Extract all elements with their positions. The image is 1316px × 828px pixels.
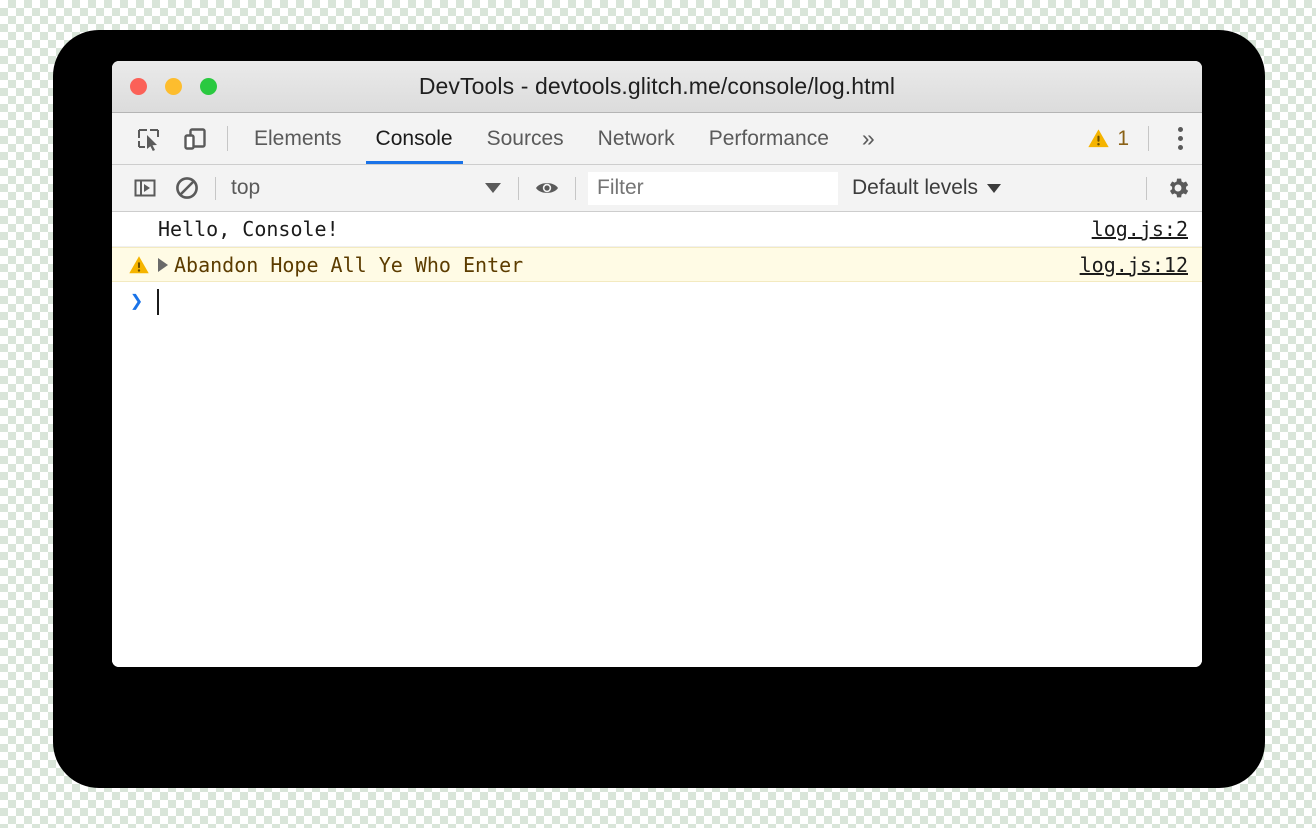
warning-triangle-icon-row — [129, 255, 149, 273]
console-toolbar: top Default levels — [112, 165, 1202, 212]
kebab-dot-1 — [1177, 127, 1183, 132]
tab-console[interactable]: Console — [359, 113, 470, 164]
javascript-context-selector[interactable]: top — [223, 173, 511, 203]
toolbar-divider-2 — [518, 176, 519, 200]
tab-performance[interactable]: Performance — [692, 113, 846, 164]
chevron-down-icon — [485, 183, 501, 193]
titlebar: DevTools - devtools.glitch.me/console/lo… — [112, 61, 1202, 113]
log-level-selected-value: Default levels — [852, 176, 979, 199]
device-toolbar-button[interactable] — [172, 113, 218, 164]
maximize-button[interactable] — [200, 78, 217, 95]
main-menu-button[interactable] — [1158, 113, 1202, 164]
clear-console-icon — [176, 177, 198, 199]
tabbar-spacer — [891, 113, 1084, 164]
context-selected-value: top — [231, 176, 261, 199]
live-expression-button[interactable] — [526, 165, 568, 212]
warning-count: 1 — [1117, 126, 1129, 150]
console-prompt[interactable]: ❯ — [112, 282, 1202, 322]
window-title: DevTools - devtools.glitch.me/console/lo… — [418, 73, 896, 99]
console-message-source-link-warning[interactable]: log.js:12 — [1080, 253, 1188, 277]
screenshot-canvas: DevTools - devtools.glitch.me/console/lo… — [0, 0, 1316, 828]
window-controls — [130, 78, 217, 95]
toolbar-divider-1 — [215, 176, 216, 200]
console-message-text-warning: Abandon Hope All Ye Who Enter — [174, 252, 524, 277]
prompt-text-caret — [157, 289, 160, 315]
prompt-chevron-icon: ❯ — [130, 289, 144, 314]
warning-count-badge[interactable]: 1 — [1083, 113, 1139, 164]
console-sidebar-button[interactable] — [124, 165, 166, 212]
kebab-dot-2 — [1177, 136, 1183, 141]
minimize-button[interactable] — [165, 78, 182, 95]
inspect-element-button[interactable] — [126, 113, 172, 164]
log-level-selector[interactable]: Default levels — [852, 176, 1002, 200]
more-tabs-button[interactable]: » — [846, 113, 891, 164]
tab-elements[interactable]: Elements — [237, 113, 359, 164]
console-message-text: Hello, Console! — [158, 217, 339, 241]
console-sidebar-icon — [134, 179, 156, 197]
console-message-warning[interactable]: Abandon Hope All Ye Who Enter log.js:12 — [112, 247, 1202, 282]
clear-console-button[interactable] — [166, 165, 208, 212]
tab-sources[interactable]: Sources — [470, 113, 581, 164]
devtools-window: DevTools - devtools.glitch.me/console/lo… — [112, 61, 1202, 667]
toolbar-divider-3 — [575, 176, 576, 200]
tabbar-divider — [227, 126, 228, 151]
console-message-log[interactable]: Hello, Console! log.js:2 — [112, 212, 1202, 247]
close-button[interactable] — [130, 78, 147, 95]
kebab-dot-3 — [1177, 145, 1183, 150]
expand-triangle-icon[interactable] — [158, 257, 168, 272]
tabbar-divider-right — [1148, 126, 1149, 151]
warning-icon — [128, 254, 150, 276]
filter-input[interactable] — [588, 171, 838, 205]
eye-icon — [536, 183, 558, 193]
inspect-element-icon — [138, 128, 159, 151]
device-toolbar-icon — [184, 127, 206, 150]
devtools-tabbar: Elements Console Sources Network Perform… — [112, 113, 1202, 165]
console-message-list[interactable]: Hello, Console! log.js:2 Abandon Hope Al… — [112, 212, 1202, 667]
gear-icon — [1169, 178, 1189, 198]
chevron-down-icon-levels — [987, 183, 1002, 193]
tab-network[interactable]: Network — [581, 113, 692, 164]
console-message-source-link[interactable]: log.js:2 — [1092, 217, 1188, 241]
console-settings-button[interactable] — [1154, 165, 1202, 212]
warning-triangle-icon — [1088, 129, 1109, 148]
toolbar-divider-4 — [1146, 176, 1147, 200]
